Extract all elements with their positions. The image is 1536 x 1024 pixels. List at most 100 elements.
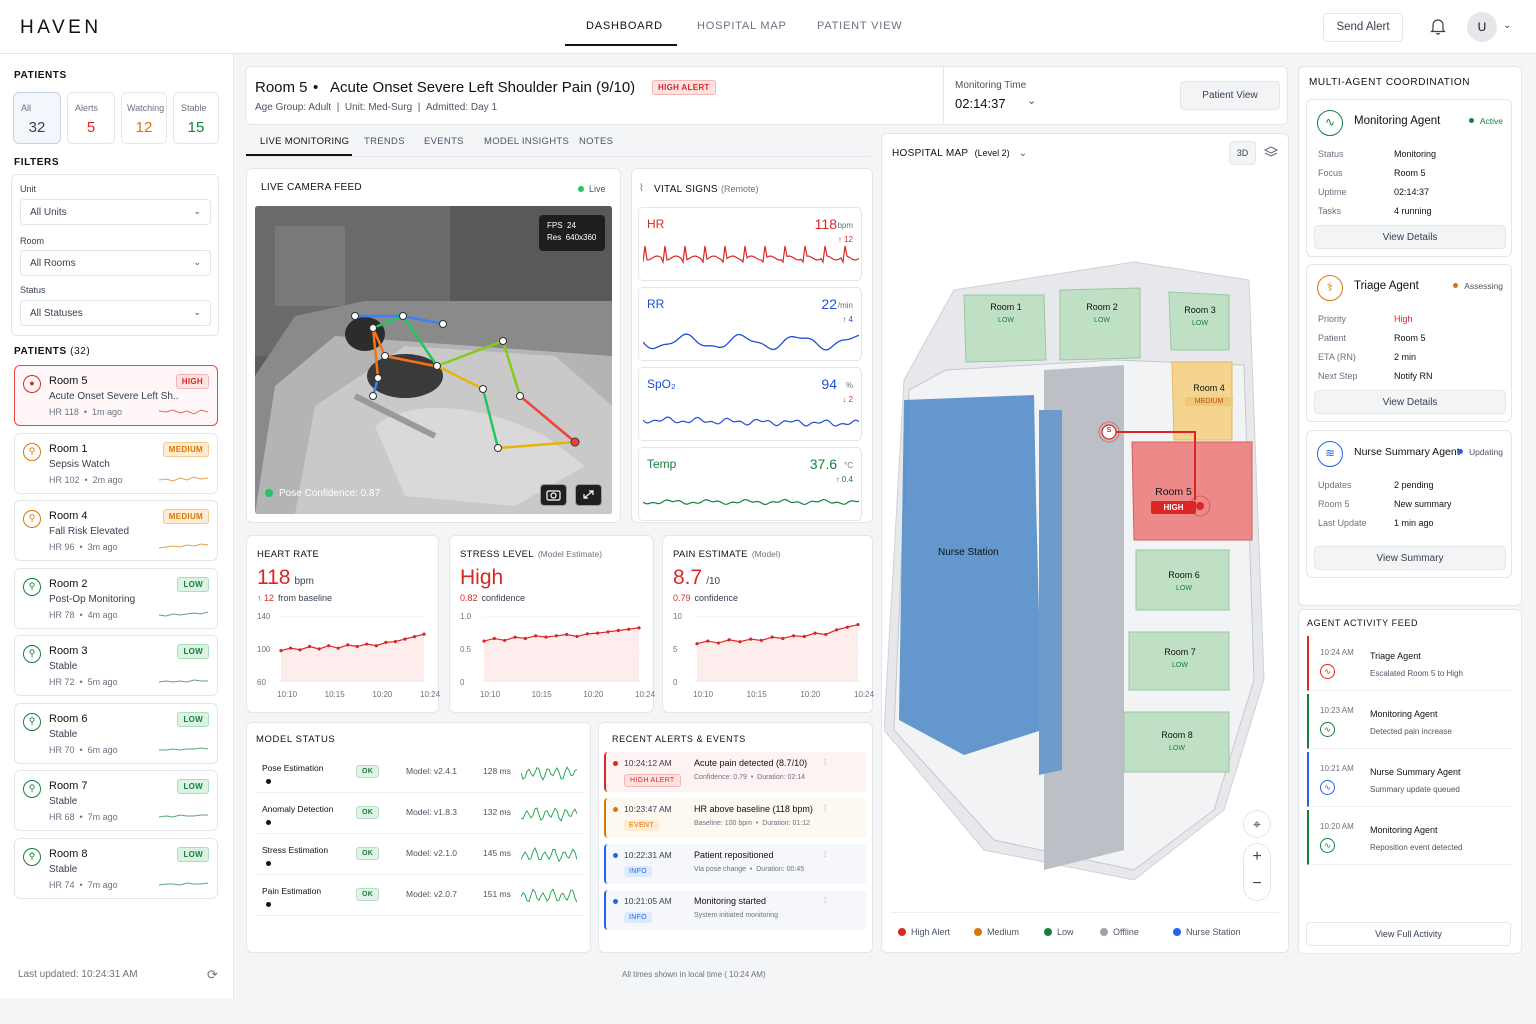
zoom-in-button[interactable]: + — [1243, 848, 1271, 866]
map-room-8[interactable]: Room 8 LOW — [1156, 730, 1198, 752]
tab-notes[interactable]: NOTES — [579, 136, 613, 147]
chevron-down-icon[interactable]: ⌄ — [1027, 94, 1036, 107]
trend-point — [813, 631, 817, 635]
activity-row[interactable]: 10:21 AM ∿ Nurse Summary Agent Summary upda… — [1307, 752, 1513, 807]
nav-tab-dashboard[interactable]: DASHBOARD — [586, 20, 663, 32]
trend-point — [374, 644, 378, 648]
stat-stable[interactable]: Stable 15 — [173, 92, 219, 144]
activity-row[interactable]: 10:23 AM ∿ Monitoring Agent Detected pain i… — [1307, 694, 1513, 749]
nav-tab-active-indicator — [565, 44, 677, 46]
map-room-5[interactable]: Room 5 HIGH — [1151, 486, 1196, 514]
camera-feed[interactable]: FPS 24 Res 640x360 Pose Confidence: 0.87 — [255, 206, 612, 514]
tab-live-monitoring[interactable]: LIVE MONITORING — [260, 136, 349, 147]
trend-point — [298, 648, 302, 652]
model-row[interactable]: Stress Estimation OK Model: v2.1.0 145 ms — [256, 837, 584, 875]
alert-row[interactable]: 10:24:12 AM HIGH ALERT Acute pain detected… — [604, 752, 866, 792]
ok-badge: OK — [356, 888, 380, 901]
toggle-3d-button[interactable]: 3D — [1229, 141, 1256, 165]
map-nurse-station[interactable]: Nurse Station — [938, 547, 999, 558]
chevron-down-icon[interactable]: ⌄ — [1019, 148, 1028, 159]
alert-row[interactable]: 10:22:31 AM INFO Patient repositioned Via p… — [604, 844, 866, 884]
patient-room: Room 2 — [49, 577, 88, 590]
tab-events[interactable]: EVENTS — [424, 136, 464, 147]
fullscreen-icon[interactable] — [575, 484, 602, 506]
activity-row[interactable]: 10:24 AM ∿ Triage Agent Escalated Room 5 to… — [1307, 636, 1513, 691]
send-alert-button[interactable]: Send Alert — [1323, 13, 1403, 42]
metric-value: High — [460, 566, 504, 589]
view-full-activity-button[interactable]: View Full Activity — [1306, 922, 1511, 946]
chevron-right-icon[interactable]: ⁞ — [824, 896, 826, 905]
patient-view-button[interactable]: Patient View — [1180, 81, 1280, 110]
patient-meta: Age Group: Adult | Unit: Med-Surg | Admi… — [255, 102, 498, 113]
map-room-2[interactable]: Room 2 LOW — [1081, 302, 1123, 324]
map-room-1[interactable]: Room 1 LOW — [985, 302, 1027, 324]
alert-row[interactable]: 10:21:05 AM INFO Monitoring started System … — [604, 890, 866, 930]
view-summary-button[interactable]: View Summary — [1314, 546, 1506, 570]
zoom-out-button[interactable]: − — [1243, 875, 1271, 893]
refresh-icon[interactable]: ⟳ — [207, 967, 218, 983]
status-select[interactable]: All Statuses ⌄ — [20, 300, 211, 326]
map-room-6[interactable]: Room 6 LOW — [1163, 570, 1205, 592]
layers-icon[interactable] — [1263, 145, 1279, 164]
hr-waveform — [643, 245, 859, 265]
view-details-button[interactable]: View Details — [1314, 225, 1506, 249]
patient-hr: HR 72 • 5m ago — [49, 677, 118, 687]
vital-rr[interactable]: RR 22 /min ↑ 4 — [638, 287, 862, 361]
patient-room: Room 6 — [49, 712, 88, 725]
model-row[interactable]: Anomaly Detection OK Model: v1.8.3 132 ms — [256, 796, 584, 834]
staff-marker[interactable]: S — [1104, 427, 1114, 434]
model-row[interactable]: Pose Estimation OK Model: v2.4.1 128 ms — [256, 755, 584, 793]
agent-name: Triage Agent — [1354, 280, 1419, 292]
unit-select[interactable]: All Units ⌄ — [20, 199, 211, 225]
alert-detail: Baseline: 100 bpm • Duration: 01:12 — [694, 820, 811, 827]
patient-card[interactable]: ⚲ Room 4 Fall Risk Elevated HR 96 • 3m ago M… — [14, 500, 218, 561]
trend-point — [845, 625, 849, 629]
patient-card[interactable]: ⚲ Room 3 Stable HR 72 • 5m ago LOW — [14, 635, 218, 696]
stat-watching[interactable]: Watching 12 — [121, 92, 167, 144]
patient-card[interactable]: ⚲ Room 8 Stable HR 74 • 7m ago LOW — [14, 837, 218, 899]
tab-trends[interactable]: TRENDS — [364, 136, 405, 147]
metric-title: HEART RATE — [257, 549, 320, 560]
locate-icon[interactable]: ⌖ — [1243, 810, 1271, 838]
alert-row[interactable]: 10:23:47 AM EVENT HR above baseline (118 b… — [604, 798, 866, 838]
patient-card[interactable]: ⚲ Room 2 Post-Op Monitoring HR 78 • 4m ago L… — [14, 567, 218, 629]
patient-card[interactable]: ● Room 5 Acute Onset Severe Left Sh... HR 1… — [14, 365, 218, 426]
agent-name: Monitoring Agent — [1354, 115, 1441, 127]
patient-card[interactable]: ⚲ Room 7 Stable HR 68 • 7m ago LOW — [14, 770, 218, 831]
model-row[interactable]: Pain Estimation OK Model: v2.0.7 151 ms — [256, 878, 584, 916]
room-select[interactable]: All Rooms ⌄ — [20, 250, 211, 276]
heart-rate-card[interactable]: HEART RATE 118 bpm ↑ 12 from baseline 140 100 6… — [246, 535, 440, 713]
activity-row[interactable]: 10:20 AM ∿ Monitoring Agent Reposition even… — [1307, 810, 1513, 865]
patient-sparkline — [159, 679, 208, 683]
vital-spo2[interactable]: SpO₂ 94 % ↓ 2 — [638, 367, 862, 441]
stat-all[interactable]: All 32 — [13, 92, 61, 144]
metric-title: STRESS LEVEL (Model Estimate) — [460, 549, 603, 560]
nav-tab-patient-view[interactable]: PATIENT VIEW — [817, 20, 902, 32]
stat-alerts[interactable]: Alerts 5 — [67, 92, 115, 144]
patient-card[interactable]: ⚲ Room 1 Sepsis Watch HR 102 • 2m ago MEDIUM — [14, 432, 218, 494]
camera-snapshot-icon[interactable] — [540, 484, 567, 506]
stress-level-card[interactable]: STRESS LEVEL (Model Estimate) High 0.82 conf… — [449, 535, 655, 713]
vital-temp[interactable]: Temp 37.6 °C ↑ 0.4 — [638, 447, 862, 521]
person-icon: ⚲ — [23, 712, 41, 731]
chevron-right-icon[interactable]: ⁞ — [824, 804, 826, 813]
trend-point — [802, 634, 806, 639]
patient-room: Room 7 — [49, 780, 88, 792]
chevron-down-icon[interactable]: ⌄ — [1503, 20, 1511, 31]
view-details-button[interactable]: View Details — [1314, 390, 1506, 414]
chevron-right-icon[interactable]: ⁞ — [824, 850, 826, 859]
avatar[interactable]: U — [1467, 12, 1497, 42]
vital-hr[interactable]: HR 118 bpm ↑ 12 — [638, 207, 862, 281]
pain-estimate-card[interactable]: PAIN ESTIMATE (Model) 8.7/10 0.79 confidence… — [662, 535, 874, 713]
model-sparkline — [521, 847, 577, 863]
tab-model-insights[interactable]: MODEL INSIGHTS — [484, 136, 569, 147]
nav-tab-hospital-map[interactable]: HOSPITAL MAP — [697, 20, 787, 32]
patient-sparkline — [159, 475, 209, 482]
activity-text: Detected pain increase — [1370, 727, 1452, 736]
map-room-7[interactable]: Room 7 LOW — [1159, 647, 1201, 669]
bell-icon[interactable] — [1430, 18, 1446, 40]
map-room-4[interactable]: Room 4 MEDIUM — [1185, 383, 1233, 406]
chevron-right-icon[interactable]: ⁞ — [824, 758, 826, 767]
patient-card[interactable]: ⚲ Room 6 Stable HR 70 • 6m ago LOW — [14, 702, 218, 764]
map-room-3[interactable]: Room 3 LOW — [1179, 305, 1221, 327]
